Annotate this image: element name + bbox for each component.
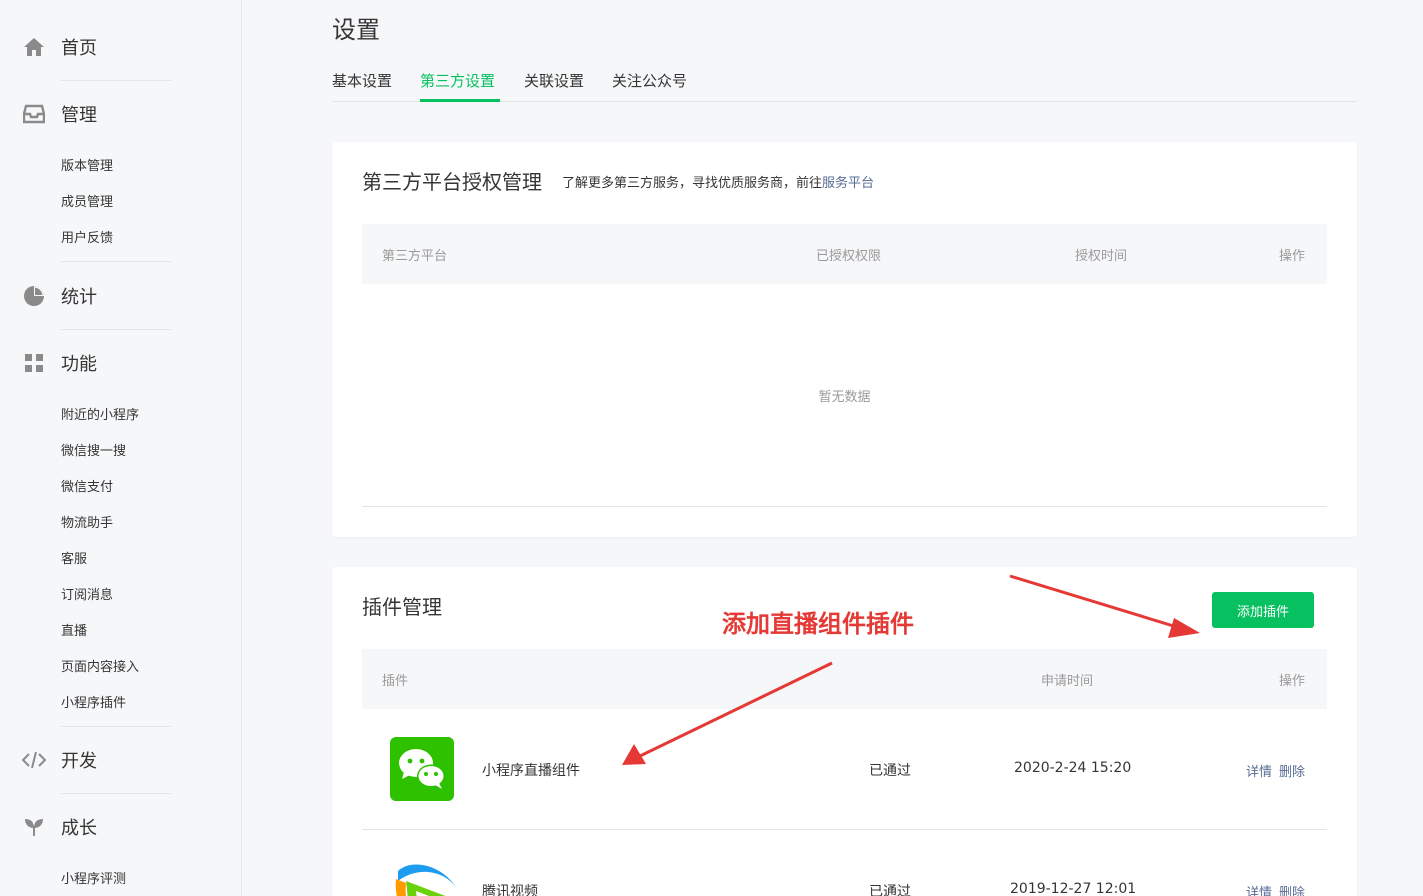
nav-item-content[interactable]: 页面内容接入 [61, 656, 139, 675]
third-party-desc-text: 了解更多第三方服务，寻找优质服务商，前往 [562, 176, 823, 191]
nav-item-subscribe[interactable]: 订阅消息 [61, 584, 113, 603]
col-auth-time: 授权时间 [1075, 249, 1128, 264]
nav-stats[interactable]: 统计 [0, 276, 242, 316]
plugin-name: 小程序直播组件 [482, 763, 580, 779]
third-party-table-header: 第三方平台 已授权权限 授权时间 操作 [362, 224, 1327, 284]
page-title: 设置 [332, 16, 380, 44]
nav-divider [61, 726, 171, 727]
col-plugin-action: 操作 [1279, 674, 1306, 689]
detail-link[interactable]: 详情 [1246, 882, 1272, 896]
nav-item-evaluation[interactable]: 小程序评测 [61, 868, 126, 887]
nav-item-feedback[interactable]: 用户反馈 [61, 227, 113, 246]
tab-third-party[interactable]: 第三方设置 [420, 70, 495, 91]
service-platform-link[interactable]: 服务平台 [822, 176, 874, 191]
nav-item-members[interactable]: 成员管理 [61, 191, 113, 210]
col-platform: 第三方平台 [382, 249, 448, 264]
nav-growth[interactable]: 成长 [0, 807, 242, 847]
nav-item-plugins[interactable]: 小程序插件 [61, 692, 126, 711]
nav-features-label: 功能 [61, 354, 97, 375]
nav-item-nearby[interactable]: 附近的小程序 [61, 404, 139, 423]
pie-chart-icon [22, 284, 46, 308]
inbox-icon [22, 102, 46, 126]
third-party-title: 第三方平台授权管理 [362, 170, 542, 194]
col-plugin: 插件 [382, 674, 409, 689]
row-divider [362, 829, 1327, 830]
delete-link[interactable]: 删除 [1279, 882, 1305, 896]
nav-divider [61, 329, 171, 330]
tab-basic[interactable]: 基本设置 [332, 70, 392, 91]
col-apply-time: 申请时间 [1041, 674, 1094, 689]
plugin-name: 腾讯视频 [482, 884, 538, 896]
sidebar: 首页 管理 版本管理 成员管理 用户反馈 统计 功能 附近的小程序 微信搜一搜 … [0, 0, 242, 896]
nav-divider [61, 261, 171, 262]
plugin-status: 已通过 [869, 763, 911, 779]
detail-link[interactable]: 详情 [1246, 761, 1272, 780]
tab-related[interactable]: 关联设置 [524, 70, 584, 91]
nav-item-version[interactable]: 版本管理 [61, 155, 113, 174]
nav-stats-label: 统计 [61, 287, 97, 308]
nav-develop[interactable]: 开发 [0, 740, 242, 780]
table-bottom-line [362, 506, 1327, 507]
sprout-icon [22, 815, 46, 839]
nav-develop-label: 开发 [61, 751, 97, 772]
tab-follow-account[interactable]: 关注公众号 [612, 70, 687, 91]
add-plugin-button[interactable]: 添加插件 [1212, 592, 1314, 628]
nav-features[interactable]: 功能 [0, 343, 242, 383]
annotation-label: 添加直播组件插件 [722, 610, 914, 638]
active-tab-indicator [420, 99, 500, 102]
nav-divider [61, 793, 171, 794]
nav-item-pay[interactable]: 微信支付 [61, 476, 113, 495]
empty-state: 暂无数据 [818, 390, 871, 405]
nav-growth-label: 成长 [61, 818, 97, 839]
nav-manage[interactable]: 管理 [0, 94, 242, 134]
tencent-video-logo-icon [390, 859, 460, 896]
third-party-desc: 了解更多第三方服务，寻找优质服务商，前往服务平台 [562, 172, 874, 191]
plugin-status: 已通过 [869, 884, 911, 896]
nav-item-live[interactable]: 直播 [61, 620, 87, 639]
nav-divider [61, 80, 171, 81]
delete-link[interactable]: 删除 [1279, 761, 1305, 780]
grid-icon [22, 351, 46, 375]
settings-tabs: 基本设置 第三方设置 关联设置 关注公众号 [332, 68, 1357, 102]
code-icon [22, 748, 46, 772]
nav-item-search[interactable]: 微信搜一搜 [61, 440, 126, 459]
nav-item-logistics[interactable]: 物流助手 [61, 512, 113, 531]
nav-manage-label: 管理 [61, 105, 97, 126]
plugin-title: 插件管理 [362, 595, 442, 619]
nav-item-service[interactable]: 客服 [61, 548, 87, 567]
plugin-table-header: 插件 申请时间 操作 [362, 649, 1327, 709]
plugin-apply-time: 2020-2-24 15:20 [1014, 760, 1132, 776]
third-party-card: 第三方平台授权管理 了解更多第三方服务，寻找优质服务商，前往服务平台 第三方平台… [332, 142, 1357, 537]
nav-home-label: 首页 [61, 38, 97, 59]
nav-home[interactable]: 首页 [0, 27, 242, 67]
col-action: 操作 [1279, 249, 1306, 264]
wechat-logo-icon [390, 737, 454, 801]
plugin-apply-time: 2019-12-27 12:01 [1010, 881, 1137, 896]
home-icon [22, 35, 46, 59]
col-permissions: 已授权权限 [816, 249, 882, 264]
